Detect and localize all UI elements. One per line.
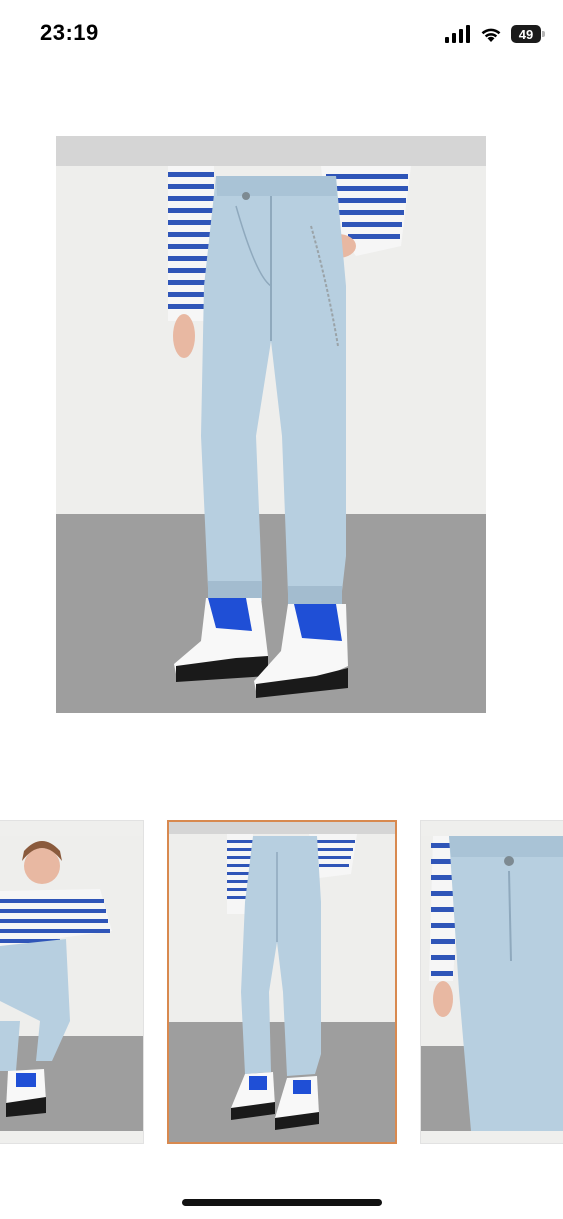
battery-cap xyxy=(542,31,545,37)
jeans-closeup-photo xyxy=(421,836,563,1131)
model-seated-photo xyxy=(0,836,143,1131)
thumbnail-1[interactable] xyxy=(0,820,144,1144)
status-bar: 23:19 49 xyxy=(0,0,563,70)
battery-icon: 49 xyxy=(511,25,545,43)
home-indicator[interactable] xyxy=(182,1199,382,1206)
main-product-image[interactable] xyxy=(56,136,486,713)
jeans-front-photo xyxy=(169,822,395,1142)
jeans-photo-illustration xyxy=(56,136,486,713)
thumbnail-3[interactable] xyxy=(420,820,563,1144)
thumbnail-2-selected[interactable] xyxy=(167,820,397,1144)
battery-level: 49 xyxy=(518,26,534,42)
cellular-signal-icon xyxy=(445,25,470,43)
status-icons: 49 xyxy=(445,24,545,44)
status-time: 23:19 xyxy=(40,20,99,45)
wifi-icon xyxy=(481,28,501,42)
